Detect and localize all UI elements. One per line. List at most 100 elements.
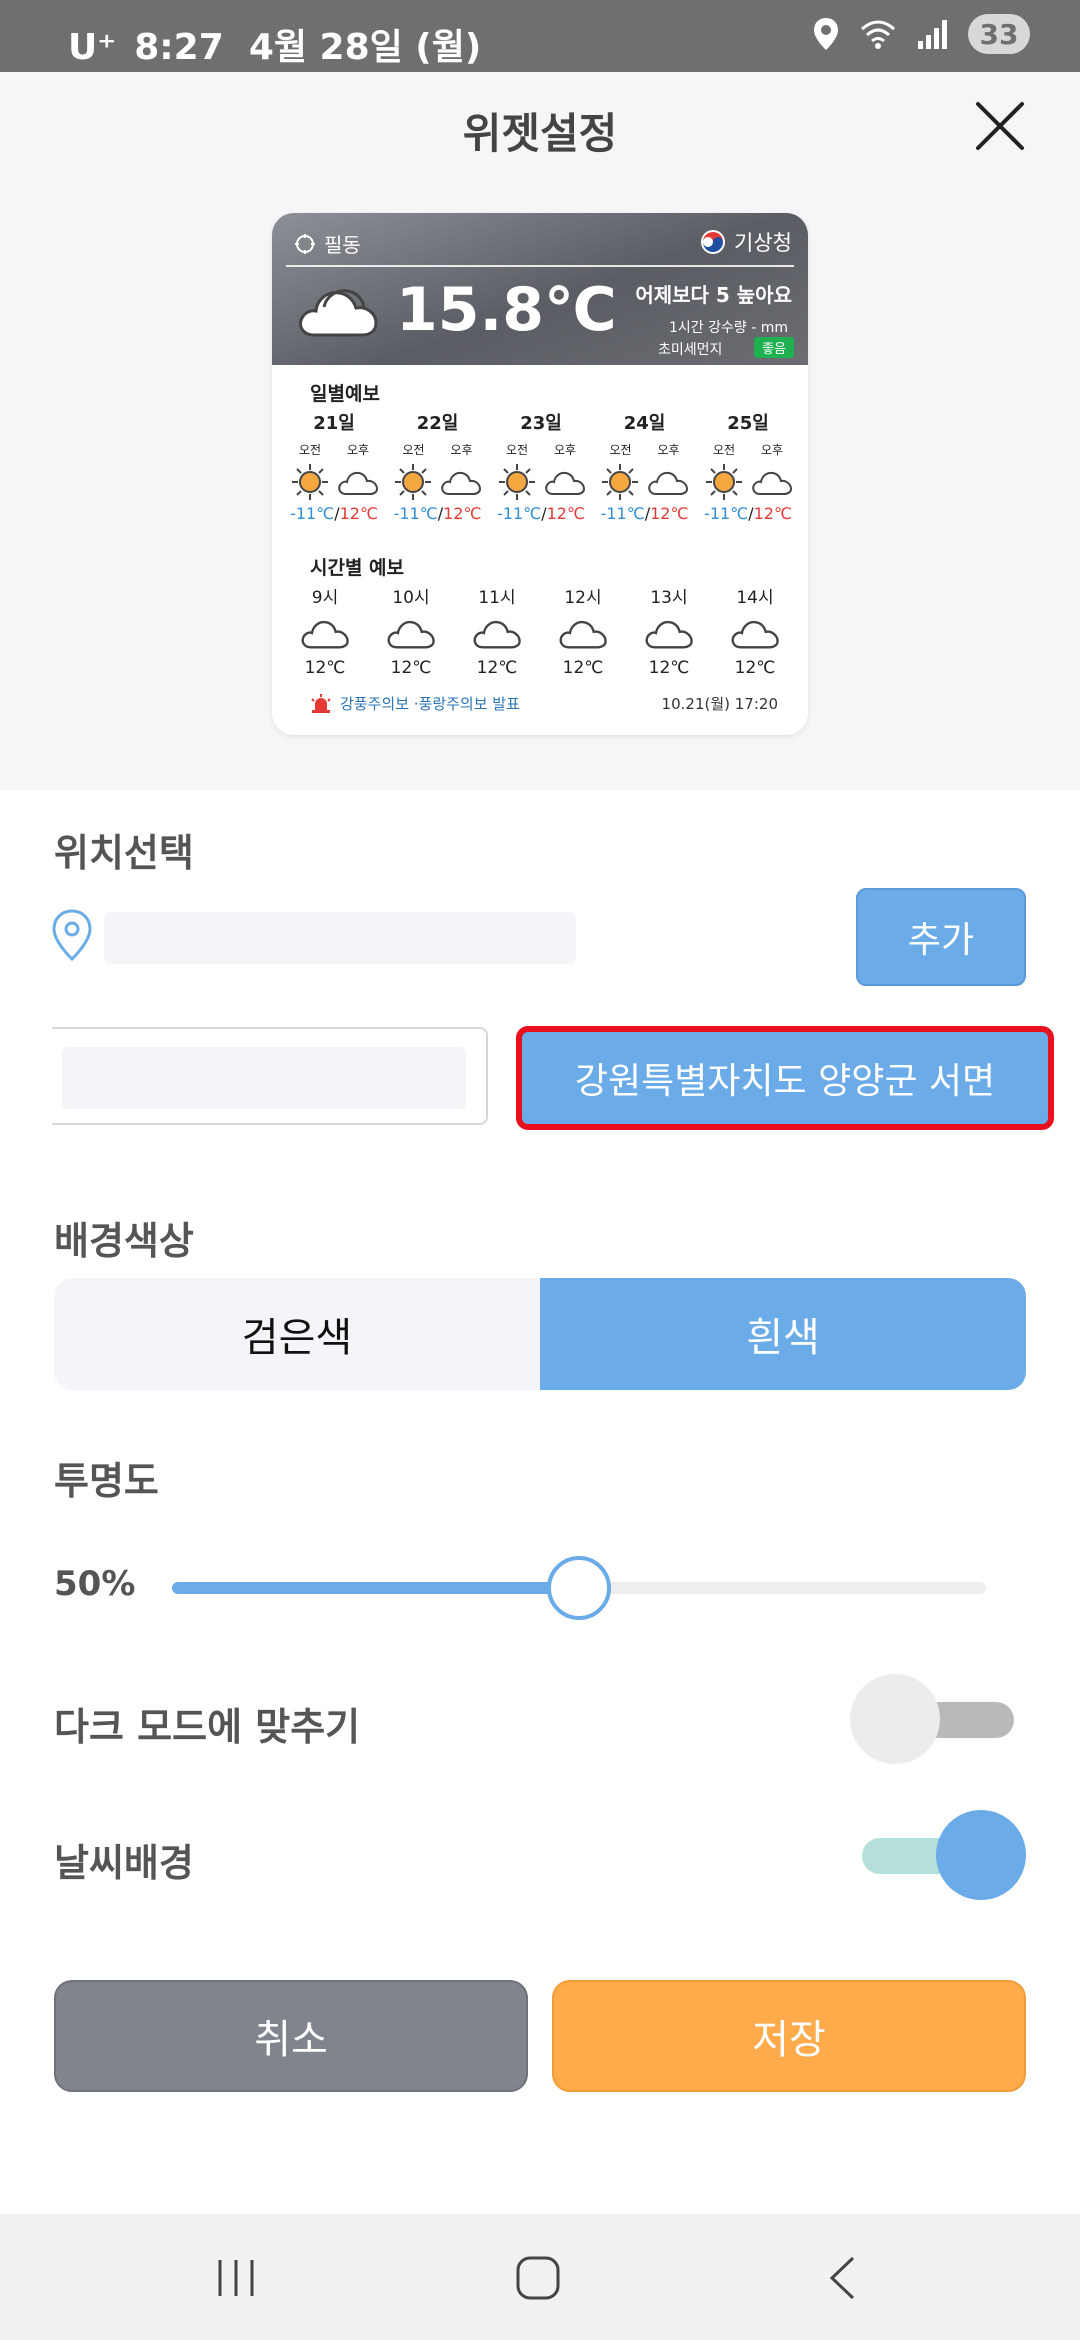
option-black[interactable]: 검은색 xyxy=(54,1278,540,1390)
page-title: 위젯설정 xyxy=(462,109,618,158)
ampm-labels: 오전 오후 xyxy=(700,441,796,458)
daily-low: -11℃ xyxy=(497,504,542,523)
widget-agency: 기상청 xyxy=(700,227,792,257)
widget-warning: 강풍주의보 ·풍랑주의보 발표 xyxy=(310,693,520,714)
carrier-label: U⁺ xyxy=(68,27,117,68)
pm-label: 오후 xyxy=(760,443,784,457)
add-location-button[interactable]: 추가 xyxy=(856,888,1026,986)
cloud-icon xyxy=(544,471,585,495)
hourly-time: 14시 xyxy=(736,588,774,608)
location-select-field[interactable] xyxy=(62,1047,466,1109)
toggle-knob xyxy=(850,1674,940,1764)
hourly-item: 12시 12℃ xyxy=(548,583,618,678)
daily-temps: -11℃/12℃ xyxy=(700,504,796,523)
widget-updated: 10.21(월) 17:20 xyxy=(661,695,778,713)
am-label: 오전 xyxy=(609,443,632,457)
cloud-icon xyxy=(731,620,779,649)
selected-location-chip[interactable]: 강원특별자치도 양양군 서면 xyxy=(516,1026,1054,1130)
transparency-slider[interactable] xyxy=(172,1556,986,1620)
siren-icon xyxy=(311,693,331,713)
widget-divider xyxy=(286,265,794,267)
slider-fill xyxy=(172,1582,579,1594)
sun-icon xyxy=(291,464,328,500)
pm-label: 오후 xyxy=(450,443,473,457)
cloud-icon xyxy=(299,289,378,337)
hourly-temp: 12℃ xyxy=(562,658,604,678)
home-button[interactable] xyxy=(498,2250,578,2306)
hourly-time: 12시 xyxy=(564,588,602,608)
location-icon xyxy=(814,18,838,50)
daily-icons xyxy=(286,460,382,504)
hourly-item: 13시 12℃ xyxy=(634,583,704,678)
hourly-time: 13시 xyxy=(650,588,688,608)
slider-thumb[interactable] xyxy=(547,1556,611,1620)
status-time: 8:27 xyxy=(134,27,224,68)
ampm-labels: 오전 오후 xyxy=(493,441,589,458)
location-search-input[interactable] xyxy=(104,912,576,964)
dark-mode-toggle[interactable] xyxy=(850,1674,1024,1764)
cloud-icon xyxy=(559,620,607,649)
back-button[interactable] xyxy=(802,2250,882,2306)
daily-date: 22일 xyxy=(416,413,459,434)
cloud-icon xyxy=(645,620,693,649)
cloud-icon xyxy=(441,471,482,495)
daily-high: 12℃ xyxy=(443,504,482,523)
hourly-temp: 12℃ xyxy=(390,658,432,678)
hourly-time: 9시 xyxy=(311,588,339,608)
weather-background-toggle[interactable] xyxy=(852,1810,1026,1900)
daily-date: 21일 xyxy=(313,413,355,434)
recent-apps-button[interactable] xyxy=(196,2250,276,2306)
ampm-labels: 오전 오후 xyxy=(390,441,486,458)
widget-warning-text: 강풍주의보 ·풍랑주의보 발표 xyxy=(340,695,520,713)
hourly-time: 11시 xyxy=(478,588,516,608)
pm-label: 오후 xyxy=(346,443,370,457)
cancel-button[interactable]: 취소 xyxy=(54,1980,528,2092)
widget-temperature: 15.8℃ xyxy=(396,275,617,345)
daily-forecast: 21일 오전 오후 -11℃/12℃ 22일 오전 오후 -11℃/12℃ 23일 … xyxy=(286,409,796,523)
am-label: 오전 xyxy=(298,443,322,457)
daily-date: 23일 xyxy=(520,413,562,434)
daily-item: 24일 오전 오후 -11℃/12℃ xyxy=(597,409,693,523)
widget-dust-badge: 좋음 xyxy=(754,337,794,358)
cloud-icon xyxy=(648,471,689,495)
ampm-labels: 오전 오후 xyxy=(286,441,382,458)
hourly-item: 11시 12℃ xyxy=(462,583,532,678)
status-date: 4월 28일 (월) xyxy=(248,27,482,68)
taegeuk-icon xyxy=(701,230,726,254)
am-label: 오전 xyxy=(712,443,736,457)
cloud-icon xyxy=(301,620,349,649)
crosshair-icon xyxy=(295,233,315,254)
save-button[interactable]: 저장 xyxy=(552,1980,1026,2092)
daily-icons xyxy=(597,460,693,504)
hourly-temp: 12℃ xyxy=(476,658,518,678)
background-color-label: 배경색상 xyxy=(54,1219,194,1263)
location-pin-icon xyxy=(52,909,92,962)
daily-date: 24일 xyxy=(623,413,666,434)
daily-item: 22일 오전 오후 -11℃/12℃ xyxy=(390,409,486,523)
hourly-item: 9시 12℃ xyxy=(290,583,360,678)
daily-low: -11℃ xyxy=(704,504,749,523)
cloud-icon xyxy=(337,471,378,495)
location-select-box[interactable] xyxy=(52,1027,488,1125)
daily-item: 21일 오전 오후 -11℃/12℃ xyxy=(286,409,382,523)
pm-label: 오후 xyxy=(553,443,577,457)
background-color-selector: 검은색 흰색 xyxy=(54,1278,1026,1390)
cloud-icon xyxy=(473,620,521,649)
widget-rain: 1시간 강수량 - mm xyxy=(669,320,788,336)
cloud-icon xyxy=(751,471,792,495)
wifi-icon xyxy=(861,20,895,49)
daily-icons xyxy=(700,460,796,504)
close-icon[interactable] xyxy=(970,96,1030,156)
daily-temps: -11℃/12℃ xyxy=(597,504,693,523)
daily-high: 12℃ xyxy=(753,504,792,523)
home-icon xyxy=(516,2256,560,2300)
status-bar: U⁺ 8:27 4월 28일 (월) 33 xyxy=(0,0,1080,72)
sun-icon xyxy=(602,464,638,500)
daily-temps: -11℃/12℃ xyxy=(493,504,589,523)
option-white[interactable]: 흰색 xyxy=(540,1278,1026,1390)
daily-low: -11℃ xyxy=(290,504,335,523)
signal-icon xyxy=(918,20,947,49)
dark-mode-label: 다크 모드에 맞추기 xyxy=(54,1705,361,1749)
daily-low: -11℃ xyxy=(393,504,438,523)
transparency-label: 투명도 xyxy=(54,1459,159,1503)
